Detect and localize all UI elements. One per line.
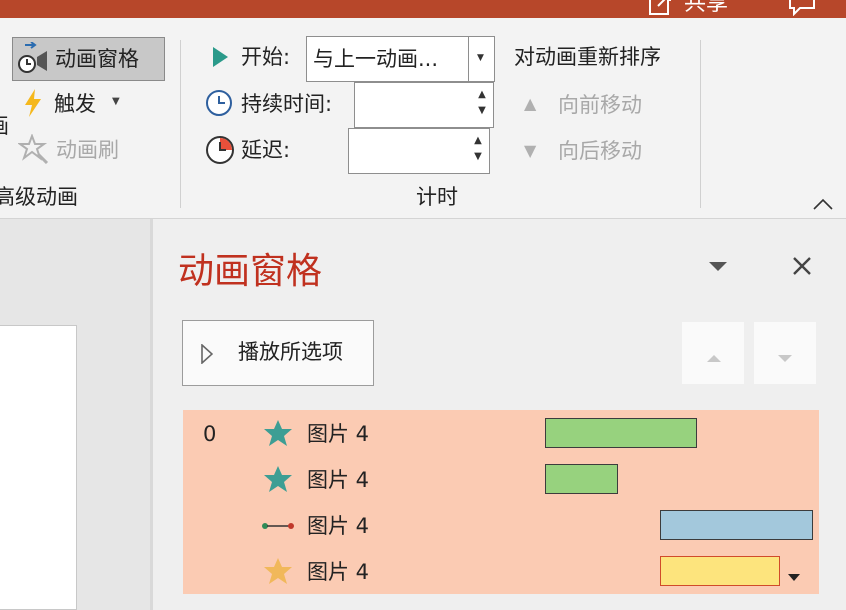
move-earlier-label: 向前移动 bbox=[558, 93, 642, 117]
share-label[interactable]: 共享 bbox=[684, 0, 728, 18]
title-bar: 共享 bbox=[0, 0, 846, 18]
duration-spinner[interactable]: ▲ ▼ bbox=[354, 82, 494, 128]
play-selected-label: 播放所选项 bbox=[238, 340, 343, 364]
move-up-button[interactable] bbox=[682, 322, 744, 384]
close-icon[interactable] bbox=[792, 256, 812, 280]
triangle-up-icon: ▲ bbox=[524, 94, 537, 113]
start-dropdown-arrow[interactable]: ▼ bbox=[468, 37, 495, 81]
delay-spinner[interactable]: ▲ ▼ bbox=[348, 128, 490, 174]
triangle-down-icon: ▼ bbox=[524, 141, 537, 160]
collapse-ribbon-icon[interactable] bbox=[812, 196, 834, 215]
start-icon bbox=[211, 46, 229, 72]
green-star-icon bbox=[263, 419, 293, 451]
item-label: 图片 4 bbox=[307, 468, 370, 492]
item-index: 0 bbox=[203, 422, 217, 446]
animation-painter-label: 动画刷 bbox=[56, 138, 119, 162]
item-dropdown-icon[interactable] bbox=[787, 567, 801, 586]
delay-icon bbox=[204, 134, 236, 170]
animation-item[interactable]: 图片 4 bbox=[183, 548, 819, 594]
gold-star-icon bbox=[263, 557, 293, 589]
emphasis-timing-bar[interactable] bbox=[660, 556, 780, 586]
delay-spin-arrows[interactable]: ▲ ▼ bbox=[473, 133, 483, 165]
triangle-up-icon bbox=[706, 348, 722, 367]
play-selected-button[interactable]: 播放所选项 bbox=[182, 320, 374, 386]
clock-icon bbox=[204, 88, 234, 122]
item-label: 图片 4 bbox=[307, 514, 370, 538]
triangle-down-icon bbox=[777, 349, 793, 368]
start-dropdown[interactable]: 与上一动画... ▼ bbox=[306, 36, 495, 82]
share-icon[interactable] bbox=[648, 0, 674, 18]
move-down-button[interactable] bbox=[754, 322, 816, 384]
delay-label: 延迟: bbox=[241, 138, 291, 162]
animation-item[interactable]: 图片 4 bbox=[183, 456, 819, 502]
duration-label: 持续时间: bbox=[241, 92, 333, 116]
animation-item[interactable]: 0 图片 4 bbox=[183, 410, 819, 456]
animation-pane-label: 动画窗格 bbox=[55, 47, 139, 71]
start-dropdown-value: 与上一动画... bbox=[313, 47, 439, 71]
item-label: 图片 4 bbox=[307, 560, 370, 584]
duration-spin-arrows[interactable]: ▲ ▼ bbox=[477, 87, 487, 119]
group-separator bbox=[700, 40, 701, 208]
start-label: 开始: bbox=[241, 45, 291, 69]
play-icon bbox=[201, 343, 214, 368]
motion-timing-bar[interactable] bbox=[660, 510, 813, 540]
painter-icon bbox=[16, 133, 50, 168]
trigger-button[interactable]: 触发 ▼ bbox=[20, 88, 130, 120]
group-separator bbox=[180, 40, 181, 208]
timing-group-label: 计时 bbox=[416, 185, 458, 209]
motion-path-icon bbox=[261, 518, 295, 537]
comment-icon[interactable] bbox=[788, 0, 816, 18]
reorder-title: 对动画重新排序 bbox=[514, 45, 661, 69]
entrance-timing-bar[interactable] bbox=[545, 464, 618, 494]
slide-thumbnail[interactable] bbox=[0, 325, 77, 610]
item-label: 图片 4 bbox=[307, 422, 370, 446]
move-earlier-button: ▲ 向前移动 bbox=[524, 92, 664, 120]
pane-options-icon[interactable] bbox=[708, 258, 728, 277]
animation-pane-button[interactable]: 动画窗格 bbox=[12, 37, 165, 81]
move-later-button: ▼ 向后移动 bbox=[524, 138, 664, 166]
entrance-timing-bar[interactable] bbox=[545, 418, 697, 448]
chevron-down-icon: ▼ bbox=[477, 53, 484, 63]
animation-painter-button: 动画刷 bbox=[16, 133, 138, 168]
cut-off-label: 画 bbox=[0, 113, 9, 139]
move-later-label: 向后移动 bbox=[558, 139, 642, 163]
chevron-down-icon: ▼ bbox=[112, 96, 120, 107]
advanced-animation-group-label: 高级动画 bbox=[0, 185, 78, 209]
pane-title: 动画窗格 bbox=[178, 251, 323, 292]
animation-pane-icon bbox=[17, 41, 51, 80]
green-star-icon bbox=[263, 465, 293, 497]
trigger-label: 触发 bbox=[54, 92, 96, 116]
lightning-icon bbox=[22, 88, 44, 122]
animation-item[interactable]: 图片 4 bbox=[183, 502, 819, 548]
